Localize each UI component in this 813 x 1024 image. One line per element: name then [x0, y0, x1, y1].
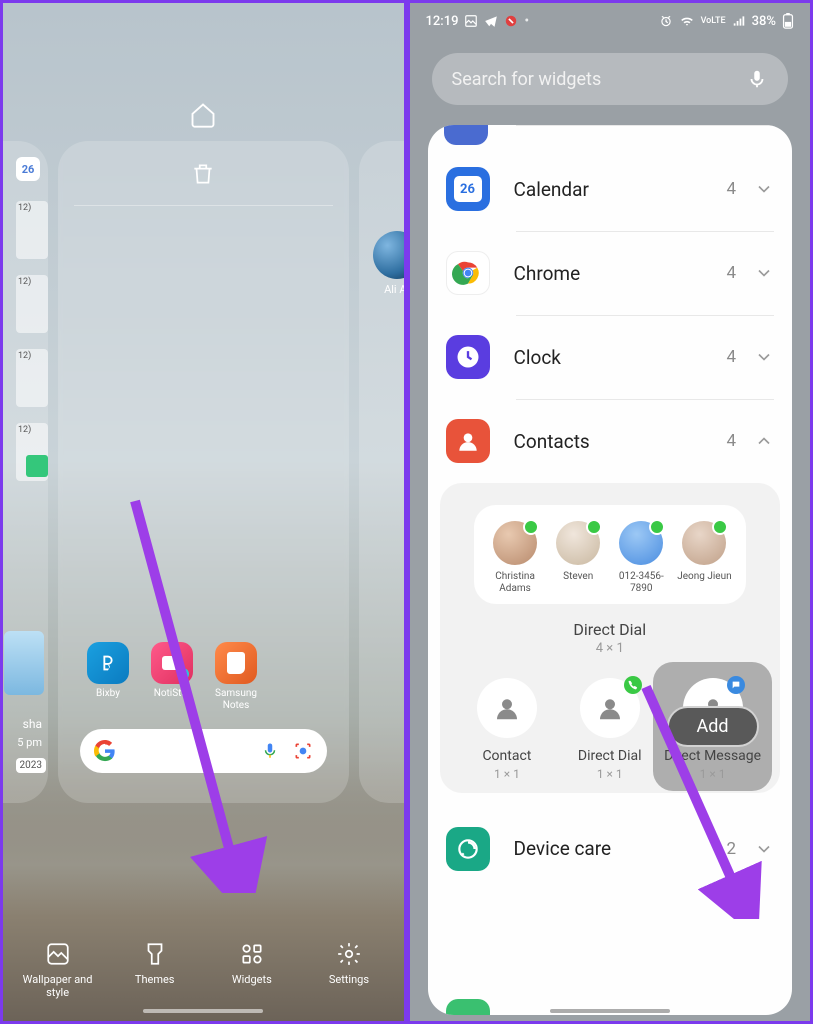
status-bar: 12:19 • VoLTE 38% [410, 3, 811, 39]
dd-title: Direct Dial [452, 620, 769, 639]
gesture-bar[interactable] [550, 1009, 670, 1013]
dd-contact: Steven [547, 521, 610, 594]
app-row: Bixby NotiStar Samsung Notes [80, 642, 264, 711]
home-panel-current[interactable]: Bixby NotiStar Samsung Notes [58, 141, 349, 803]
chevron-down-icon [754, 347, 774, 367]
gallery-status-icon [464, 14, 478, 28]
widget-row-contacts[interactable]: Contacts 4 [428, 399, 793, 483]
themes-icon [142, 941, 168, 967]
google-lens-icon[interactable] [293, 741, 313, 761]
add-button[interactable]: Add [667, 706, 759, 747]
tile-direct-message[interactable]: Add Direct Message 1 × 1 [661, 678, 764, 781]
widget-row-calendar[interactable]: 26 Calendar 4 [428, 147, 793, 231]
widget-tiles: Contact 1 × 1 Direct Dial 1 × 1 [452, 678, 769, 781]
app-label: NotiStar [154, 688, 191, 700]
person-icon [477, 678, 537, 738]
widgets-button[interactable]: Widgets [208, 941, 296, 999]
widget-row-chrome[interactable]: Chrome 4 [428, 231, 793, 315]
weather-time: 5 pm [17, 736, 42, 749]
right-screenshot: 12:19 • VoLTE 38% Search for widgets 26 [407, 0, 813, 1024]
direct-dial-preview[interactable]: Christina Adams Steven 012-3456-7890 Jeo… [474, 505, 747, 604]
left-screenshot: 26 12) 12) 12) 12) sha 5 pm 2023 Bixby [0, 0, 407, 1024]
chevron-up-icon [754, 431, 774, 451]
mic-icon[interactable] [746, 68, 768, 90]
home-icon[interactable] [189, 101, 217, 129]
tile-contact[interactable]: Contact 1 × 1 [456, 678, 559, 781]
themes-button[interactable]: Themes [111, 941, 199, 999]
home-panel-prev[interactable]: 26 12) 12) 12) 12) sha 5 pm 2023 [0, 141, 48, 803]
settings-button[interactable]: Settings [305, 941, 393, 999]
contacts-expanded: Christina Adams Steven 012-3456-7890 Jeo… [440, 483, 781, 793]
contacts-app-icon [446, 419, 490, 463]
contact-avatar [373, 231, 407, 279]
calendar-app-icon: 26 [446, 167, 490, 211]
google-search-bar[interactable] [80, 729, 327, 773]
contact-name: Ali Air [359, 283, 407, 296]
search-placeholder: Search for widgets [452, 69, 602, 90]
person-call-icon [580, 678, 640, 738]
widget-picker-sheet: 26 Calendar 4 Chrome 4 Clock 4 [428, 125, 793, 1015]
clock-app-icon [446, 335, 490, 379]
app-samsung-notes[interactable]: Samsung Notes [208, 642, 264, 711]
widgets-icon [239, 941, 265, 967]
app-bixby[interactable]: Bixby [80, 642, 136, 711]
gesture-bar[interactable] [143, 1009, 263, 1013]
wallpaper-style-button[interactable]: Wallpaper and style [14, 941, 102, 999]
dd-contact: Jeong Jieun [673, 521, 736, 594]
weather-thumbnail [4, 631, 44, 695]
bixby-icon [87, 642, 129, 684]
app-label: Bixby [96, 688, 120, 700]
chevron-down-icon [754, 263, 774, 283]
block-status-icon [504, 14, 518, 28]
dd-contact: Christina Adams [484, 521, 547, 594]
battery-icon [782, 13, 794, 29]
app-notistar[interactable]: NotiStar [144, 642, 200, 711]
calendar-event-chip [26, 455, 48, 477]
trash-icon[interactable] [190, 161, 216, 187]
calendar-badge-icon: 26 [16, 157, 40, 181]
dd-contact: 012-3456-7890 [610, 521, 673, 594]
samsung-notes-icon [215, 642, 257, 684]
widget-search-bar[interactable]: Search for widgets [432, 53, 789, 105]
chrome-app-icon [446, 251, 490, 295]
signal-status-icon [732, 14, 746, 28]
device-care-app-icon [446, 827, 490, 871]
chevron-down-icon [754, 839, 774, 859]
widget-row-clock[interactable]: Clock 4 [428, 315, 793, 399]
weather-year: 2023 [16, 758, 46, 773]
calendar-day-item: 12) [16, 349, 48, 407]
widget-row-device-care[interactable]: Device care 2 [428, 807, 793, 891]
panel-divider [74, 205, 333, 206]
battery-percent: 38% [752, 14, 776, 29]
status-time: 12:19 [426, 14, 459, 29]
home-edit-toolbar: Wallpaper and style Themes Widgets Setti… [3, 941, 404, 999]
notistar-icon [151, 642, 193, 684]
dd-size: 4 × 1 [452, 641, 769, 656]
calendar-day-item: 12) [16, 201, 48, 259]
tile-direct-dial[interactable]: Direct Dial 1 × 1 [558, 678, 661, 781]
row-peek-icon [444, 125, 488, 145]
google-mic-icon[interactable] [261, 742, 279, 760]
gear-icon [336, 941, 362, 967]
telegram-status-icon [484, 14, 498, 28]
home-panel-next[interactable]: Ali Air [359, 141, 407, 803]
chevron-down-icon [754, 179, 774, 199]
wifi-status-icon [679, 14, 695, 28]
calendar-day-item: 12) [16, 275, 48, 333]
google-g-icon [94, 740, 116, 762]
alarm-status-icon [659, 14, 673, 28]
volte-status-icon: VoLTE [701, 17, 726, 26]
app-label: Samsung Notes [208, 688, 264, 711]
weather-label: sha [23, 717, 42, 731]
row-peek-icon [446, 999, 490, 1015]
wallpaper-icon [45, 941, 71, 967]
